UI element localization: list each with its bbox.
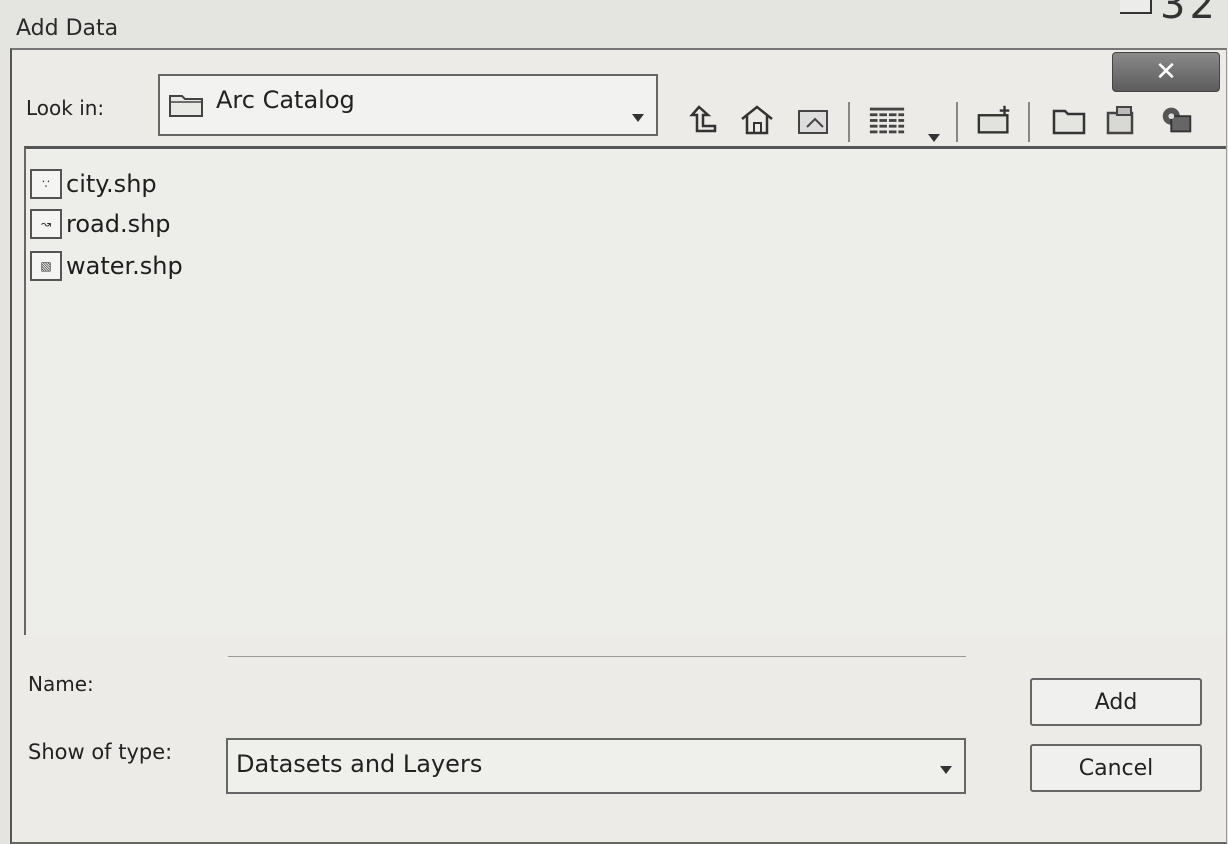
home-icon[interactable]	[738, 100, 776, 140]
toolbar-separator	[1028, 102, 1030, 142]
page-edge	[1120, 0, 1152, 14]
catalog-home-icon[interactable]	[794, 100, 832, 140]
folder-icon	[169, 95, 203, 117]
toolbox-icon[interactable]	[1158, 100, 1196, 140]
file-name: road.shp	[66, 210, 171, 238]
file-name: water.shp	[66, 252, 183, 280]
new-item-icon[interactable]	[1102, 100, 1140, 140]
add-button[interactable]: Add	[1030, 678, 1202, 726]
page-number: 32	[1160, 0, 1219, 28]
view-menu-chevron-icon[interactable]	[928, 134, 940, 142]
connect-folder-icon[interactable]	[976, 100, 1014, 140]
toolbar-separator	[956, 102, 958, 142]
look-in-value: Arc Catalog	[216, 86, 355, 114]
show-of-type-combobox[interactable]: Datasets and Layers	[226, 738, 966, 794]
look-in-label: Look in:	[26, 96, 105, 120]
polygon-shapefile-icon: ▧	[30, 251, 62, 281]
list-item[interactable]: ∵ city.shp	[30, 165, 157, 203]
up-one-level-icon[interactable]	[686, 100, 724, 140]
toolbar-separator	[848, 102, 850, 142]
list-item[interactable]: ▧ water.shp	[30, 247, 183, 285]
line-shapefile-icon: ↝	[30, 209, 62, 239]
chevron-down-icon[interactable]	[940, 766, 952, 774]
view-options-icon[interactable]	[868, 100, 906, 140]
look-in-combobox[interactable]: Arc Catalog	[158, 74, 658, 136]
close-button[interactable]: ✕	[1112, 52, 1220, 92]
name-input[interactable]	[228, 656, 966, 727]
cancel-button[interactable]: Cancel	[1030, 744, 1202, 792]
show-of-type-label: Show of type:	[28, 740, 173, 764]
file-name: city.shp	[66, 170, 157, 198]
show-of-type-value: Datasets and Layers	[236, 750, 483, 778]
file-list[interactable]: ∵ city.shp ↝ road.shp ▧ water.shp	[24, 146, 1226, 635]
chevron-down-icon[interactable]	[632, 114, 644, 122]
name-label: Name:	[28, 672, 94, 696]
point-shapefile-icon: ∵	[30, 169, 62, 199]
list-item[interactable]: ↝ road.shp	[30, 205, 171, 243]
dialog-title: Add Data	[16, 16, 119, 41]
new-folder-icon[interactable]	[1050, 100, 1088, 140]
